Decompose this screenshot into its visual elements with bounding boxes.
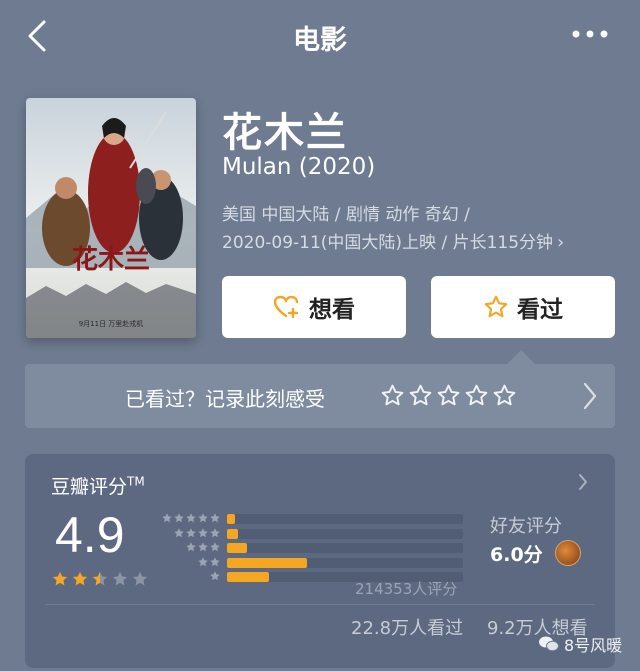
more-icon [572,30,608,38]
distribution-star-icon [162,513,172,523]
rating-score: 4.9 [55,507,125,563]
chevron-right-icon [579,474,587,490]
score-star-icon [132,571,148,586]
distribution-star-icon [186,527,196,537]
chevron-right-icon: › [557,232,565,253]
distribution-stars [161,527,221,539]
distribution-stars [161,541,221,553]
distribution-row [161,556,481,569]
friends-rating-score: 6.0分 [490,544,543,566]
score-star-icon [52,571,68,586]
distribution-star-icon [198,542,208,552]
divider [45,604,595,605]
distribution-star-icon [198,527,208,537]
distribution-row [161,541,481,554]
movie-subtitle: Mulan (2020) [222,154,376,180]
watermark: 8号风暖 [538,632,622,656]
distribution-bar [227,514,236,524]
douban-rating-card[interactable]: 豆瓣评分TM 4.9 214353人评分 好友评分 6.0分 22.8万人看过 … [25,454,615,668]
want-to-watch-button[interactable]: 想看 [222,276,406,338]
distribution-star-icon [174,513,184,523]
meta-line-2: 2020-09-11(中国大陆)上映 / 片长115分钟 › [222,232,565,253]
distribution-track [227,543,463,553]
movie-meta[interactable]: 美国 中国大陆 / 剧情 动作 奇幻 / 2020-09-11(中国大陆)上映 … [222,202,622,257]
rate-star-icon[interactable] [408,383,433,408]
distribution-star-icon [174,527,184,537]
record-caret [507,350,535,364]
distribution-row [161,527,481,540]
chevron-right-icon [583,382,597,410]
distribution-track [227,528,463,539]
more-button[interactable] [570,22,610,46]
distribution-star-icon [210,556,220,566]
distribution-track [227,514,463,524]
record-feeling-bar[interactable]: 已看过？记录此刻感受 [25,364,615,428]
star-outline-icon [484,295,508,318]
rate-star-icon[interactable] [492,383,517,408]
record-star-row[interactable] [380,383,517,408]
rating-distribution [161,512,481,585]
heart-plus-icon [273,295,299,319]
distribution-star-icon [186,513,196,523]
distribution-star-icon [198,513,208,523]
distribution-bar [227,543,248,553]
wechat-icon [539,636,559,652]
nav-bar: 电影 [0,0,640,72]
distribution-stars [161,570,221,582]
rate-star-icon[interactable] [464,383,489,408]
poster-date: 9月11日 万里赴戎机 [79,319,144,328]
meta-line-1: 美国 中国大陆 / 剧情 动作 奇幻 / [222,205,470,225]
watched-count[interactable]: 22.8万人看过 [351,614,463,640]
distribution-bar [227,528,238,539]
want-label: 想看 [309,297,355,323]
distribution-row [161,512,481,525]
seen-label: 看过 [517,297,563,323]
distribution-star-icon [186,542,196,552]
rate-star-icon[interactable] [380,383,405,408]
movie-title: 花木兰 [222,110,348,156]
friend-avatar[interactable] [555,540,581,566]
poster-title: 花木兰 [72,245,150,275]
friends-rating-label: 好友评分 [490,516,562,537]
distribution-star-icon [210,542,220,552]
record-label: 已看过？记录此刻感受 [125,387,325,411]
page-title: 电影 [293,25,347,56]
watched-button[interactable]: 看过 [431,276,615,338]
distribution-bar [227,557,308,568]
distribution-star-icon [210,513,220,523]
movie-poster[interactable]: 花木兰 9月11日 万里赴戎机 [26,98,196,338]
rating-count: 214353人评分 [355,580,458,598]
distribution-bar [227,572,270,582]
rate-star-icon[interactable] [436,383,461,408]
score-stars [51,570,149,588]
score-star-icon [72,571,88,586]
watermark-text: 8号风暖 [564,636,623,655]
score-star-icon [92,571,108,586]
distribution-star-icon [198,556,208,566]
rating-title: 豆瓣评分TM [51,474,145,498]
distribution-stars [161,512,221,524]
distribution-stars [161,556,221,568]
score-star-icon [112,571,128,586]
distribution-star-icon [210,571,220,581]
distribution-track [227,557,463,568]
distribution-star-icon [210,527,220,537]
